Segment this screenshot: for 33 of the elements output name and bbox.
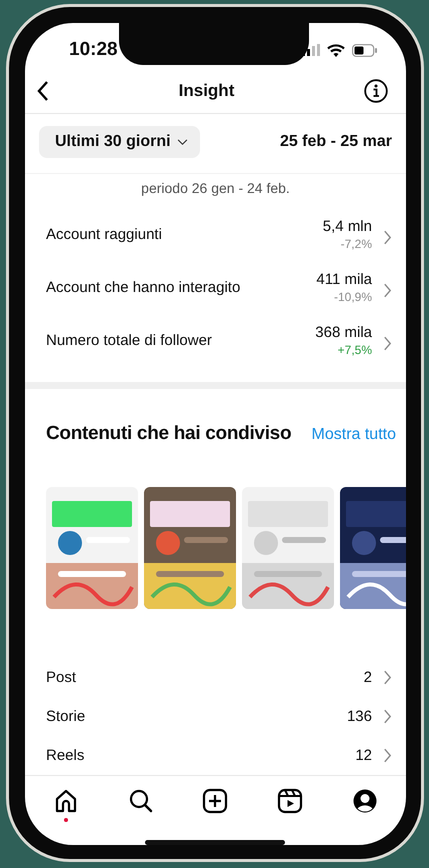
clock-time: 10:28 [69,39,118,61]
chevron-right-icon [383,670,392,684]
profile-icon[interactable] [352,788,378,814]
back-icon[interactable] [37,81,49,101]
chevron-right-icon [383,708,392,724]
chevron-right-icon [383,283,392,298]
chevron-down-icon [176,138,188,146]
content-count-row[interactable]: Reels 12 [46,743,392,767]
metric-change: +7,5% [338,343,372,357]
chevron-right-icon [383,748,392,762]
content-count-row[interactable]: Post 2 [46,665,392,689]
screen-title: Insight [178,81,234,101]
metric-change: -7,2% [340,237,372,251]
date-range: 25 feb - 25 mar [280,133,392,151]
search-icon[interactable] [128,788,154,814]
content-count-row[interactable]: Storie 136 [46,704,392,728]
battery-icon [352,44,378,56]
summary-text: periodo 26 gen - 24 feb. [25,173,406,196]
metric-value: 411 mila [316,271,372,288]
metric-value: 5,4 mln [322,218,372,235]
chevron-right-icon [383,230,392,245]
metric-row[interactable]: Account che hanno interagito 411 mila -10,9% [46,271,392,311]
metric-change: -10,9% [334,290,372,304]
metric-row[interactable]: Account raggiunti 5,4 mln -7,2% [46,218,392,258]
video-icon[interactable] [277,788,304,814]
chevron-right-icon [383,336,392,351]
add-icon[interactable] [202,788,228,814]
info-icon[interactable] [364,79,388,103]
metric-row[interactable]: Numero totale di follower 368 mila +7,5% [46,324,392,364]
section-title: Contenuti che hai condiviso [46,423,292,445]
period-dropdown[interactable]: Ultimi 30 giorni [39,126,200,158]
metric-value: 368 mila [315,324,372,341]
wifi-icon [327,44,345,56]
